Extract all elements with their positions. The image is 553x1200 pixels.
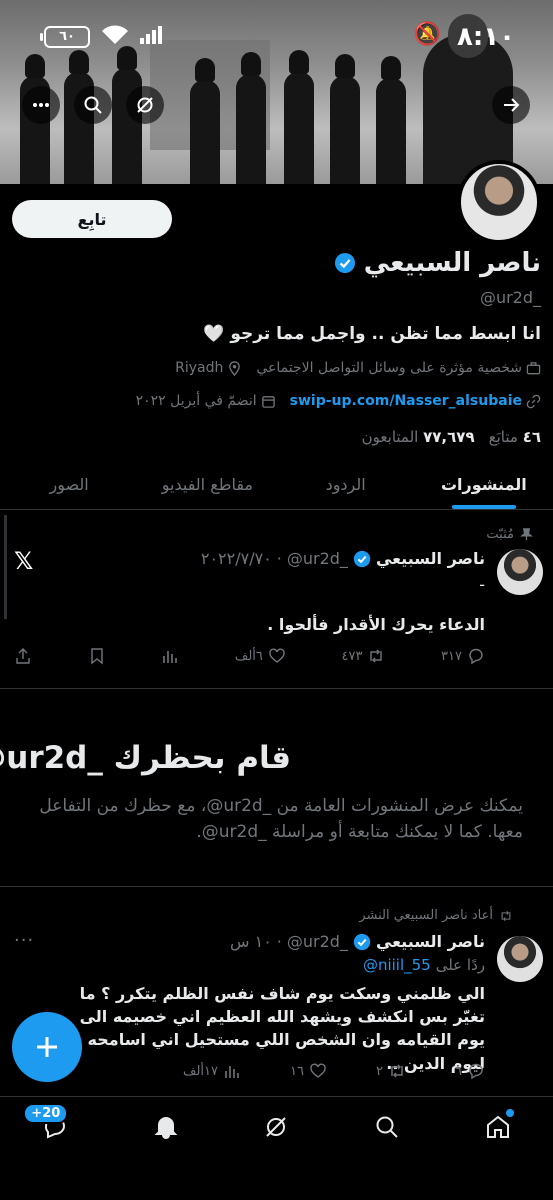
reply-context: ردًا على @niiil_55 <box>362 956 485 974</box>
arrow-right-icon <box>504 98 520 112</box>
search-profile-button[interactable] <box>74 86 112 124</box>
like-button[interactable]: ٦ألف <box>235 647 286 665</box>
display-name-text: ناصر السبيعي <box>363 248 541 278</box>
pin-icon <box>520 528 533 541</box>
divider <box>0 688 553 689</box>
nav-grok[interactable] <box>252 1103 300 1151</box>
unread-dot <box>505 1108 514 1117</box>
share-button[interactable] <box>14 647 32 665</box>
repost-icon <box>501 910 511 921</box>
home-icon <box>486 1115 509 1138</box>
blocked-description: يمكنك عرض المنشورات العامة من ‎@ur2d_‎، … <box>39 796 523 842</box>
more-options-icon[interactable]: ··· <box>14 930 34 951</box>
plus-icon <box>37 1037 57 1057</box>
wifi-icon <box>102 25 128 44</box>
grok-button[interactable] <box>126 86 164 124</box>
post-avatar[interactable] <box>497 549 543 595</box>
more-options-button[interactable] <box>22 86 60 124</box>
bottom-navigation: +20 <box>0 1096 553 1156</box>
gesture-bar-area <box>0 1156 553 1200</box>
back-button[interactable] <box>492 86 530 124</box>
post-header: ناصر السبيعي @ur2d_ · ٢٠٢٢/٧/٧٠ <box>200 549 485 568</box>
tab-replies[interactable]: الردود <box>277 460 415 509</box>
heart-icon <box>269 648 285 663</box>
post-actions: ٦ ٢ ١٦ ١٧ألف <box>14 1062 485 1080</box>
repost-icon <box>370 649 383 663</box>
grok-icon <box>137 97 153 113</box>
mute-icon: 🔕 <box>413 22 441 47</box>
post-text: الدعاء يحرك الأقدار فألحوا . <box>267 615 485 634</box>
nav-notifications[interactable] <box>142 1103 190 1151</box>
x-logo-icon: 𝕏 <box>14 547 34 575</box>
views-button[interactable]: ١٧ألف <box>183 1062 241 1080</box>
reply-icon <box>469 1063 483 1080</box>
post-avatar[interactable] <box>497 936 543 982</box>
profile-link[interactable]: swip-up.com/Nasser_alsubaie <box>290 393 541 409</box>
post-header: ناصر السبيعي @ur2d_ · ١٠ س <box>229 932 485 951</box>
link-icon <box>526 394 541 408</box>
divider <box>0 886 553 887</box>
pinned-post[interactable]: مُثبّت ناصر السبيعي @ur2d_ · ٢٠٢٢/٧/٧٠ -… <box>0 511 553 683</box>
blocked-title: قام بحظرك ‎@ur2d_‎ <box>0 740 291 776</box>
reply-icon <box>469 648 483 665</box>
repost-button[interactable]: ٢ <box>376 1062 406 1080</box>
search-icon <box>84 96 102 114</box>
follow-button[interactable]: تابِع <box>12 200 172 238</box>
briefcase-icon <box>526 361 541 374</box>
bookmark-button[interactable] <box>88 647 106 665</box>
views-chart-icon <box>225 1066 239 1078</box>
profile-meta-row-1: شخصية مؤثرة على وسائل التواصل الاجتماعي … <box>175 360 541 376</box>
post-text: الي ظلمني وسكت يوم شاف نفس الظلم يتكرر ؟… <box>79 984 485 1073</box>
signal-icon <box>140 26 162 44</box>
nav-messages[interactable]: +20 <box>23 1102 79 1151</box>
thread-line <box>4 515 7 619</box>
repost-indicator: أعاد ناصر السبيعي النشر <box>359 908 513 923</box>
profile-display-name: ناصر السبيعي <box>334 248 541 278</box>
followers-stat[interactable]: ٧٧,٦٧٩ المتابعون <box>362 428 475 446</box>
like-button[interactable]: ١٦ <box>290 1062 327 1080</box>
search-icon <box>376 1116 398 1138</box>
calendar-icon <box>261 395 275 408</box>
status-bar: ٦٠ 🔕 ٨:١٠ <box>0 0 553 70</box>
views-button[interactable] <box>161 647 179 665</box>
more-dots-icon <box>33 103 49 107</box>
repost-icon <box>391 1064 403 1078</box>
reply-button[interactable]: ٦ <box>455 1062 485 1080</box>
profile-category: شخصية مؤثرة على وسائل التواصل الاجتماعي <box>256 360 541 376</box>
profile-joined-date: انضمّ في أبريل ٢٠٢٢ <box>136 393 276 409</box>
grok-icon <box>266 1116 287 1137</box>
reposted-post[interactable]: أعاد ناصر السبيعي النشر ناصر السبيعي @ur… <box>0 898 553 1098</box>
verified-badge-icon <box>353 933 371 950</box>
profile-handle: @ur2d_ <box>479 288 541 307</box>
bookmark-icon <box>90 648 103 665</box>
heart-icon <box>310 1063 326 1078</box>
post-actions: ٣١٧ ٤٧٣ ٦ألف <box>14 647 485 665</box>
bell-icon <box>154 1116 178 1139</box>
follow-stats: ٤٦ متابَع ٧٧,٦٧٩ المتابعون <box>362 428 541 446</box>
profile-location: Riyadh <box>175 360 242 376</box>
reply-button[interactable]: ٣١٧ <box>441 647 485 665</box>
repost-button[interactable]: ٤٧٣ <box>341 647 385 665</box>
pinned-indicator: مُثبّت <box>486 527 533 542</box>
share-icon <box>16 648 30 664</box>
verified-badge-icon <box>353 550 371 567</box>
location-pin-icon <box>229 360 241 376</box>
profile-tabs: المنشورات الردود مقاطع الفيديو الصور <box>0 460 553 510</box>
tab-posts[interactable]: المنشورات <box>415 460 553 509</box>
tab-videos[interactable]: مقاطع الفيديو <box>138 460 276 509</box>
compose-post-button[interactable] <box>12 1012 82 1082</box>
battery-icon: ٦٠ <box>40 26 90 48</box>
nav-search[interactable] <box>363 1103 411 1151</box>
tab-photos[interactable]: الصور <box>0 460 138 509</box>
nav-home[interactable] <box>474 1103 522 1151</box>
notification-count-badge: +20 <box>23 1102 69 1124</box>
verified-badge-icon[interactable] <box>334 252 356 274</box>
post-dash: - <box>479 575 485 594</box>
views-chart-icon <box>163 651 178 663</box>
profile-meta-row-2: swip-up.com/Nasser_alsubaie انضمّ في أبر… <box>136 393 541 409</box>
following-stat[interactable]: ٤٦ متابَع <box>489 428 541 446</box>
profile-avatar[interactable] <box>457 160 541 244</box>
clock: ٨:١٠ <box>456 22 515 52</box>
profile-bio: انا ابسط مما تظن .. واجمل مما ترجو 🤍 <box>203 324 541 344</box>
